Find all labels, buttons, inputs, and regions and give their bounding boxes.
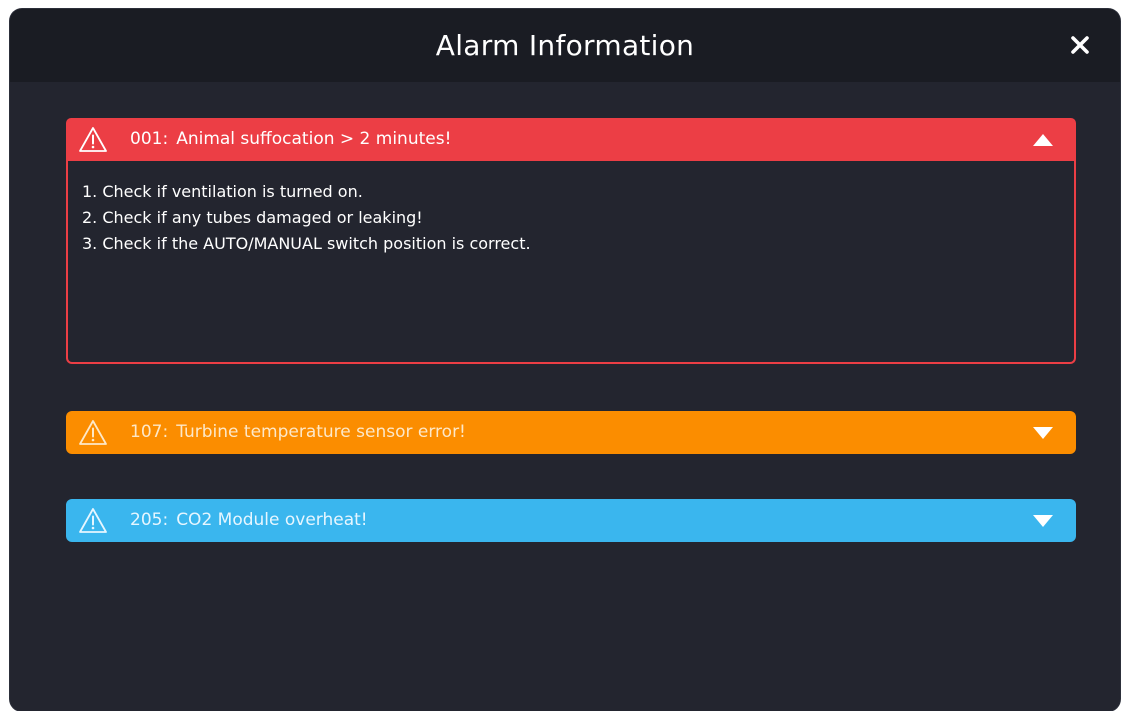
alarm-title-001: 001: Animal suffocation > 2 minutes! xyxy=(130,118,451,161)
alarm-header-205[interactable]: 205: CO2 Module overheat! xyxy=(66,499,1076,542)
alarm-separator: : xyxy=(162,422,169,442)
caret-down-icon[interactable] xyxy=(1032,426,1054,440)
step-item: 2. Check if any tubes damaged or leaking… xyxy=(82,208,423,227)
alarm-code: 001 xyxy=(130,129,163,149)
alarm-header-107[interactable]: 107: Turbine temperature sensor error! xyxy=(66,411,1076,454)
alarm-message: Animal suffocation > 2 minutes! xyxy=(176,129,452,149)
step-item: 1. Check if ventilation is turned on. xyxy=(82,182,363,201)
dialog-title: Alarm Information xyxy=(435,29,695,62)
caret-down-icon[interactable] xyxy=(1032,514,1054,528)
alarm-separator: : xyxy=(162,510,169,530)
alarm-header-001[interactable]: 001: Animal suffocation > 2 minutes! xyxy=(66,118,1076,161)
warning-icon xyxy=(79,508,107,533)
alarm-message: CO2 Module overheat! xyxy=(176,510,368,530)
alarm-item-001: 001: Animal suffocation > 2 minutes! 1. C… xyxy=(66,118,1076,364)
step-item: 3. Check if the AUTO/MANUAL switch posit… xyxy=(82,234,531,253)
warning-icon xyxy=(79,420,107,445)
alarm-title-205: 205: CO2 Module overheat! xyxy=(130,499,368,542)
alarm-dialog: Alarm Information 001: Animal suffocation… xyxy=(10,9,1120,711)
alarm-message: Turbine temperature sensor error! xyxy=(176,422,466,442)
alarm-item-205: 205: CO2 Module overheat! xyxy=(66,499,1076,542)
alarm-code: 205 xyxy=(130,510,163,530)
alarm-title-107: 107: Turbine temperature sensor error! xyxy=(130,411,466,454)
alarm-separator: : xyxy=(162,129,169,149)
warning-icon xyxy=(79,127,107,152)
alarm-item-107: 107: Turbine temperature sensor error! xyxy=(66,411,1076,454)
caret-up-icon[interactable] xyxy=(1032,133,1054,147)
close-icon[interactable] xyxy=(1068,33,1092,57)
alarm-details-001: 1. Check if ventilation is turned on. 2.… xyxy=(66,161,1076,364)
alarm-code: 107 xyxy=(130,422,163,442)
title-bar: Alarm Information xyxy=(10,9,1120,82)
